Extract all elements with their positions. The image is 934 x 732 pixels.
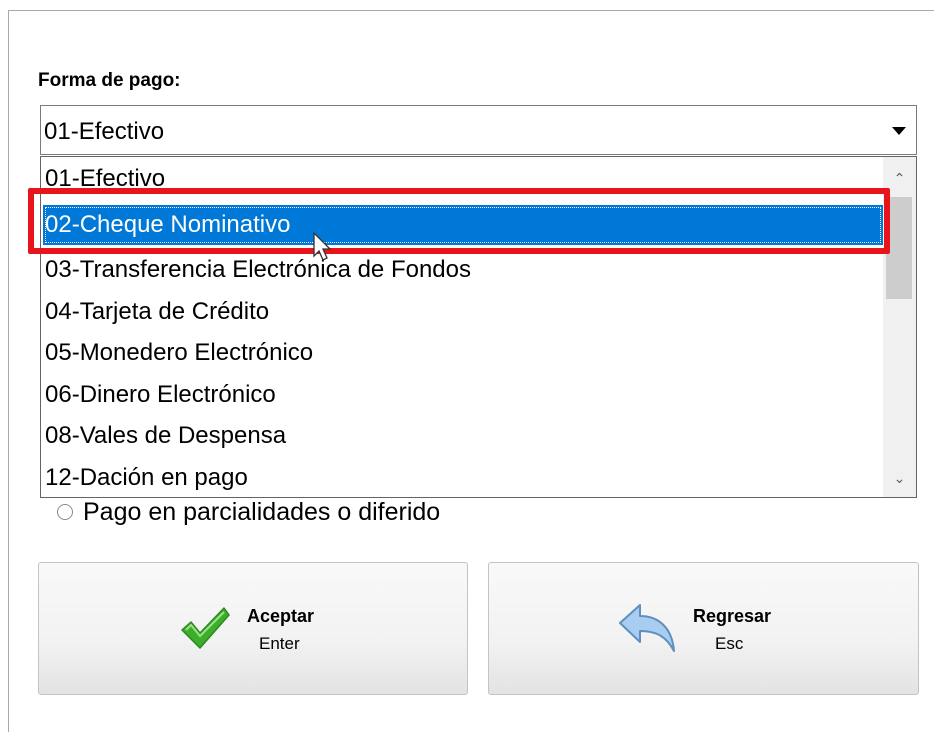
back-button-label: Regresar	[693, 606, 772, 626]
scroll-down-icon[interactable]: ⌄	[883, 465, 916, 491]
accept-button[interactable]: Aceptar Enter	[38, 562, 468, 695]
dropdown-option[interactable]: 03-Transferencia Electrónica de Fondos	[43, 250, 883, 290]
payment-method-label: Forma de pago:	[38, 70, 181, 91]
dropdown-arrow-icon[interactable]	[892, 127, 906, 135]
annotation-highlight-box	[28, 188, 890, 254]
combobox-selected-value: 01-Efectivo	[44, 118, 165, 145]
window-frame-left	[8, 10, 9, 732]
installments-radio-label: Pago en parcialidades o diferido	[83, 497, 441, 526]
checkmark-icon	[181, 607, 230, 649]
back-button-shortcut: Esc	[715, 634, 744, 653]
radio-button[interactable]	[57, 504, 73, 520]
back-arrow-icon	[619, 604, 675, 652]
window-frame-top	[8, 10, 934, 11]
dropdown-option[interactable]: 04-Tarjeta de Crédito	[43, 292, 883, 332]
installments-radio-option[interactable]: Pago en parcialidades o diferido	[57, 495, 440, 529]
mouse-cursor-icon	[313, 232, 332, 261]
dropdown-option[interactable]: 06-Dinero Electrónico	[43, 375, 883, 415]
dropdown-option[interactable]: 05-Monedero Electrónico	[43, 333, 883, 373]
dropdown-option[interactable]: 08-Vales de Despensa	[43, 416, 883, 456]
accept-button-shortcut: Enter	[259, 634, 300, 653]
dropdown-option[interactable]: 12-Dación en pago	[43, 458, 883, 497]
accept-button-label: Aceptar	[247, 606, 315, 626]
back-button[interactable]: Regresar Esc	[488, 562, 919, 695]
payment-method-combobox[interactable]: 01-Efectivo	[40, 105, 917, 155]
